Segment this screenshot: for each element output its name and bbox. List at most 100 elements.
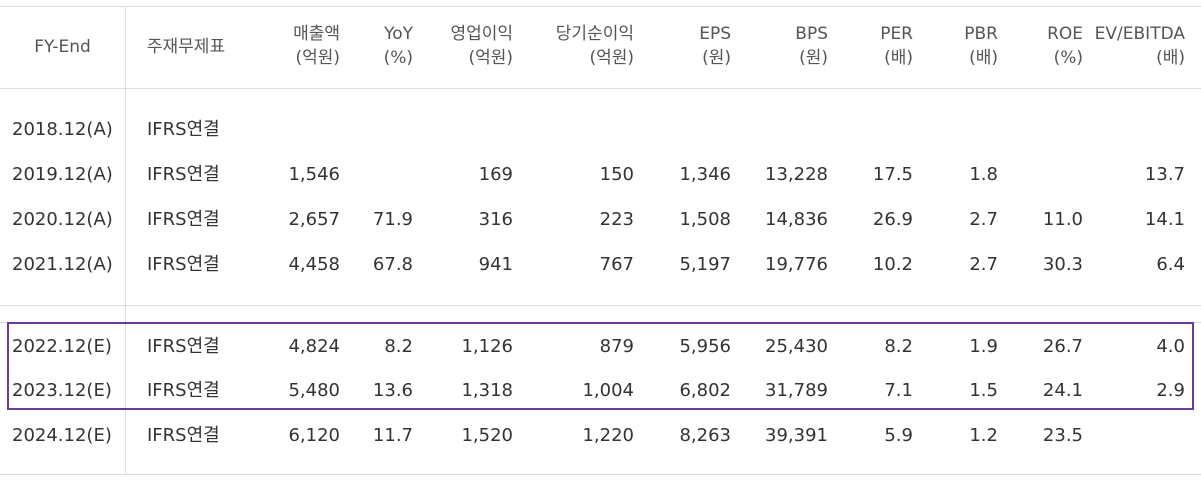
table-cell: 4,458 [288,254,340,275]
table-cell [513,118,634,142]
table-cell: 1.8 [969,164,998,185]
table-cell: 6,802 [679,380,731,401]
fy-end-cell: 2020.12(A) [12,209,113,230]
table-cell [340,118,413,142]
table-cell: 26.9 [872,209,913,230]
column-header: ROE (%) [998,22,1083,70]
table-cell: 1,220 [582,425,634,446]
table-cell: 1.5 [969,380,998,401]
table-cell: 6.4 [1156,254,1185,275]
column-header: PBR (배) [913,22,998,70]
column-header-label: ROE [1047,24,1083,44]
fy-end-cell: 2018.12(A) [12,119,113,140]
column-header-label: PBR [964,24,998,44]
table-cell: 67.8 [372,254,413,275]
table-cell: 1,004 [582,380,634,401]
column-header: 영업이익 (억원) [413,22,513,70]
column-header-unit: (배) [884,48,913,68]
column-header: 매출액 (억원) [240,22,340,70]
column-header-label: 주재무제표 [146,37,226,57]
column-header: FY-End [0,35,125,59]
table-cell: 1,346 [679,164,731,185]
column-header-unit: (%) [383,48,413,68]
column-header: EV/EBITDA (배) [1083,22,1185,70]
table-cell: 24.1 [1042,380,1083,401]
table-cell: 14,836 [765,209,828,230]
fy-end-cell: 2021.12(A) [12,254,113,275]
column-header-label: 당기순이익 [555,24,634,44]
table-cell: 941 [478,254,513,275]
table-cell: 5,480 [288,380,340,401]
table-cell [731,118,828,142]
table-cell: 25,430 [765,336,828,357]
table-cell [413,118,513,142]
table-cell: 8.2 [884,336,913,357]
fy-end-cell: 2024.12(E) [12,425,112,446]
table-cell [998,163,1083,187]
table-cell: 5.9 [884,425,913,446]
table-cell [828,118,913,142]
table-cell: 223 [599,209,634,230]
column-header-unit: (억원) [468,48,513,68]
bottom-border [0,474,1201,475]
column-header-label: PER [880,24,913,44]
table-cell: 13.7 [1144,164,1185,185]
column-header: EPS (원) [634,22,731,70]
table-cell: 2.7 [969,254,998,275]
table-cell: 13.6 [372,380,413,401]
table-cell: 10.2 [872,254,913,275]
table-cell: 1,126 [461,336,513,357]
column-header-unit: (배) [1156,48,1185,68]
column-header-label: EV/EBITDA [1094,24,1185,44]
column-header-unit: (%) [1053,48,1083,68]
table-cell: 7.1 [884,380,913,401]
column-header-unit: (배) [969,48,998,68]
column-header-unit: (원) [799,48,828,68]
fy-end-cell: 2023.12(E) [12,380,112,401]
table-cell: 1,508 [679,209,731,230]
table-cell [634,118,731,142]
column-header: 주재무제표 [126,35,246,59]
table-cell: 1,318 [461,380,513,401]
financial-table: FY-End 주재무제표 매출액 (억원) YoY (%) 영업이익 (억원) 당기순이익 (억원… [0,0,1201,480]
column-header-label: 영업이익 [450,24,513,44]
table-cell: 5,956 [679,336,731,357]
table-cell: 11.7 [372,425,413,446]
column-header-unit: (억원) [589,48,634,68]
column-header-unit: (원) [702,48,731,68]
table-cell: 23.5 [1042,425,1083,446]
section-divider-bottom [0,322,1201,323]
table-cell [1083,424,1185,448]
table-cell [340,163,413,187]
table-cell [1083,118,1185,142]
table-cell: 14.1 [1144,209,1185,230]
table-cell: 6,120 [288,425,340,446]
column-header-label: BPS [795,24,828,44]
table-cell: 1.9 [969,336,998,357]
column-header-label: 매출액 [293,24,340,44]
table-cell: 4,824 [288,336,340,357]
table-cell: 31,789 [765,380,828,401]
table-cell: 39,391 [765,425,828,446]
column-header-label: YoY [384,24,413,44]
table-cell: 169 [478,164,513,185]
table-cell: 2.7 [969,209,998,230]
table-cell: 13,228 [765,164,828,185]
column-header: YoY (%) [340,22,413,70]
table-cell: 1,546 [288,164,340,185]
table-cell: 11.0 [1042,209,1083,230]
table-cell: 2,657 [288,209,340,230]
table-cell [998,118,1083,142]
table-cell: 8.2 [384,336,413,357]
table-cell: 1,520 [461,425,513,446]
table-cell: 1.2 [969,425,998,446]
table-cell [240,118,340,142]
table-cell: 150 [599,164,634,185]
table-cell: 767 [599,254,634,275]
table-cell: 19,776 [765,254,828,275]
column-header-unit: (억원) [295,48,340,68]
table-cell: 26.7 [1042,336,1083,357]
table-cell [913,118,998,142]
table-cell: 17.5 [872,164,913,185]
column-header-label: EPS [699,24,731,44]
